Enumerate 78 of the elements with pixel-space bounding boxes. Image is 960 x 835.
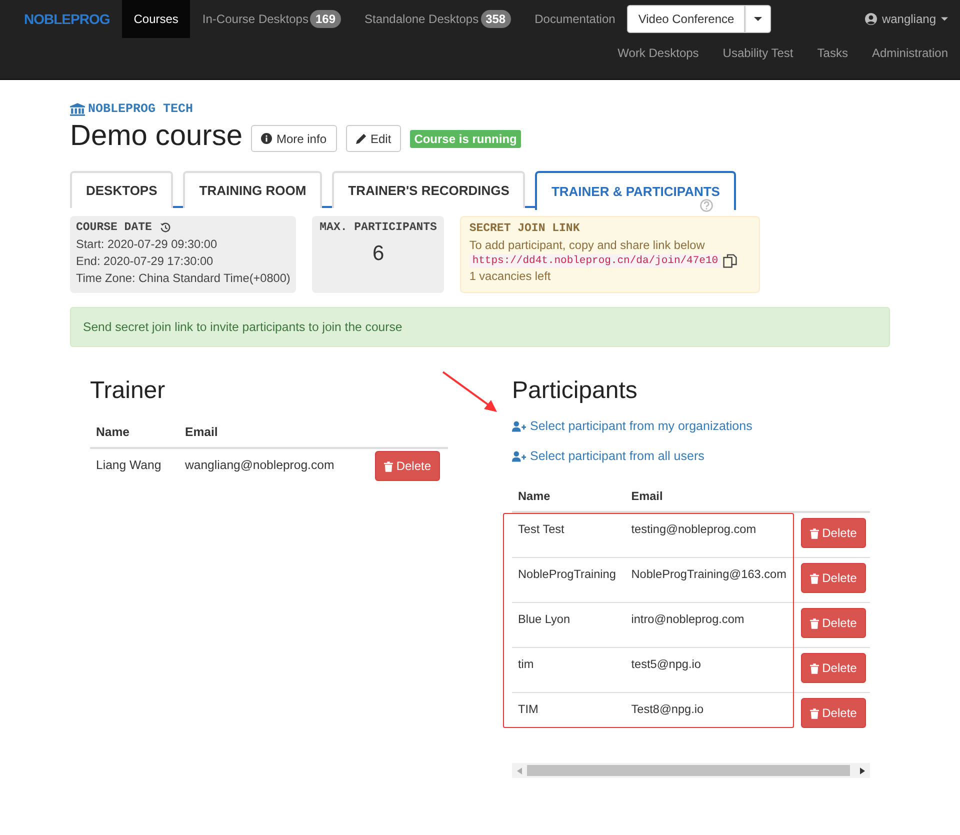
table-cell: NobleProgTraining <box>512 558 626 602</box>
tab[interactable]: TRAINER'S RECORDINGS <box>332 171 526 208</box>
nav-item[interactable]: Usability Test <box>710 46 806 60</box>
brand-logo[interactable]: NOBLEPROG <box>24 11 110 27</box>
tab[interactable]: TRAINING ROOM <box>183 171 322 208</box>
column-header: Email <box>625 483 796 512</box>
table-cell: TIM <box>512 692 626 737</box>
trash-icon <box>810 708 820 718</box>
pencil-icon <box>356 133 366 144</box>
tab[interactable]: DESKTOPS <box>70 171 174 208</box>
bank-icon <box>70 102 85 116</box>
more-info-button[interactable]: More info <box>251 125 336 152</box>
panel-title: SECRET JOIN LINK <box>469 222 580 235</box>
vacancies-text: 1 vacancies left <box>469 268 552 285</box>
nav-item[interactable]: Work Desktops <box>606 46 711 60</box>
trash-icon <box>810 618 820 628</box>
delete-button[interactable]: Delete <box>801 518 866 548</box>
delete-button[interactable]: Delete <box>801 563 866 593</box>
table-cell: Test8@npg.io <box>625 692 796 737</box>
user-menu[interactable]: wangliang <box>864 12 948 26</box>
delete-button[interactable]: Delete <box>375 451 440 481</box>
horizontal-scrollbar[interactable] <box>512 763 870 778</box>
select-participant-link[interactable]: Select participant from my organizations <box>512 419 752 433</box>
nav-item[interactable]: Standalone Desktops 358 <box>352 0 523 38</box>
join-link[interactable]: https://dd4t.nobleprog.cn/da/join/47e10 <box>469 254 722 268</box>
nav-item[interactable]: In-Course Desktops 169 <box>190 0 352 38</box>
user-plus-icon <box>512 420 526 432</box>
hint-text: To add participant, copy and share link below <box>469 237 706 254</box>
scroll-right-icon[interactable] <box>860 766 865 774</box>
date-text: Start: 2020-07-29 09:30:00 <box>76 236 218 253</box>
nav-item[interactable]: Administration <box>860 46 960 60</box>
section-heading: Trainer <box>90 377 166 405</box>
user-plus-icon <box>512 450 526 462</box>
edit-button[interactable]: Edit <box>346 125 402 152</box>
info-icon <box>261 133 272 144</box>
max-participants-value: 6 <box>371 242 386 266</box>
nav-item[interactable]: Courses <box>122 0 190 38</box>
info-alert: Send secret join link to invite participants to join the course <box>70 307 890 347</box>
column-header: Name <box>90 419 179 448</box>
copy-icon[interactable] <box>723 254 738 268</box>
date-text: Time Zone: China Standard Time(+0800) <box>76 270 290 287</box>
caret-icon <box>754 17 762 21</box>
trash-icon <box>810 528 820 538</box>
course-title: Demo course <box>70 120 242 153</box>
column-header: Name <box>512 483 626 512</box>
caret-icon <box>941 17 948 21</box>
date-text: End: 2020-07-29 17:30:00 <box>76 253 214 270</box>
nav-item[interactable]: Documentation <box>522 0 628 38</box>
history-icon <box>160 222 171 233</box>
count-badge: 169 <box>310 10 340 28</box>
table-cell: Liang Wang <box>90 448 179 481</box>
table-cell: wangliang@nobleprog.com <box>179 448 356 481</box>
delete-button[interactable]: Delete <box>801 653 866 683</box>
status-label: Course is running <box>410 130 521 148</box>
table-cell: NobleProgTraining@163.com <box>625 558 796 602</box>
video-conference-button[interactable]: Video Conference <box>627 5 746 33</box>
dropdown-toggle[interactable] <box>745 5 772 33</box>
delete-button[interactable]: Delete <box>801 608 866 638</box>
panel-title: MAX. PARTICIPANTS <box>320 221 437 234</box>
trash-icon <box>810 572 820 584</box>
trash-icon <box>384 460 394 472</box>
nav-item[interactable]: Tasks <box>805 46 860 60</box>
count-badge: 358 <box>480 10 511 28</box>
organization-link[interactable]: NOBLEPROG TECH <box>70 102 194 116</box>
user-icon <box>864 13 877 25</box>
panel-title: COURSE DATE <box>76 221 152 234</box>
table-cell: test5@npg.io <box>625 648 796 692</box>
section-heading: Participants <box>512 377 638 405</box>
table-cell: testing@nobleprog.com <box>625 512 796 558</box>
delete-button[interactable]: Delete <box>801 698 866 728</box>
select-participant-link[interactable]: Select participant from all users <box>512 449 704 463</box>
table-cell: Blue Lyon <box>512 602 626 648</box>
column-header: Email <box>179 419 356 448</box>
trash-icon <box>810 662 820 674</box>
table-cell: intro@nobleprog.com <box>625 602 796 648</box>
table-cell: Test Test <box>512 512 626 558</box>
table-cell: tim <box>512 648 626 692</box>
tab[interactable]: TRAINER & PARTICIPANTS <box>535 171 736 210</box>
